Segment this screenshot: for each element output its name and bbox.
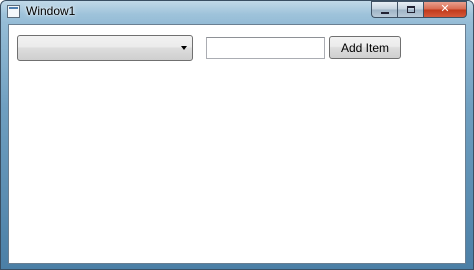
close-icon: ✕ bbox=[440, 3, 450, 15]
item-combobox[interactable] bbox=[17, 35, 193, 61]
minimize-button[interactable] bbox=[371, 1, 397, 18]
window-title: Window1 bbox=[26, 4, 76, 18]
close-button[interactable]: ✕ bbox=[423, 1, 467, 18]
client-area: Add Item bbox=[8, 24, 466, 264]
title-bar[interactable]: Window1 ✕ bbox=[1, 1, 473, 23]
add-item-button[interactable]: Add Item bbox=[329, 36, 401, 59]
item-text-input[interactable] bbox=[206, 37, 325, 59]
maximize-icon bbox=[406, 6, 415, 13]
caption-buttons: ✕ bbox=[371, 1, 467, 18]
window-icon[interactable] bbox=[7, 5, 20, 18]
maximize-button[interactable] bbox=[397, 1, 423, 18]
minimize-icon bbox=[380, 11, 389, 14]
app-window: Window1 ✕ Add Item bbox=[0, 0, 474, 270]
chevron-down-icon[interactable] bbox=[181, 46, 187, 50]
